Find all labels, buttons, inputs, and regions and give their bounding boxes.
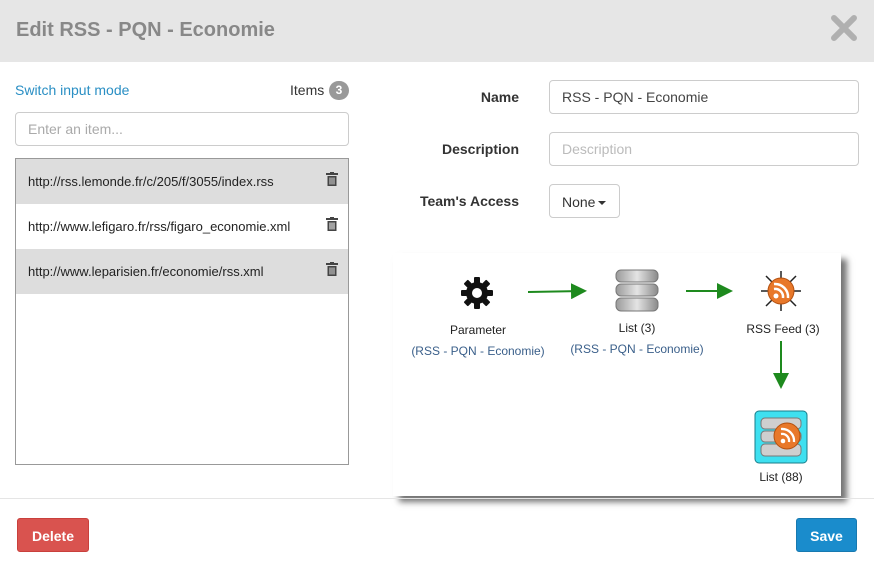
edit-modal: Edit RSS - PQN - Economie Switch input m…	[0, 0, 874, 569]
list-item-url: http://www.lefigaro.fr/rss/figaro_econom…	[28, 219, 291, 234]
item-list: http://rss.lemonde.fr/c/205/f/3055/index…	[15, 158, 349, 465]
workflow-graph: Parameter (RSS - PQN - Economie) List (3…	[393, 253, 841, 496]
items-label: Items	[290, 82, 325, 98]
close-icon[interactable]	[831, 13, 857, 43]
node-label-rss-feed: RSS Feed (3)	[746, 322, 820, 336]
team-access-dropdown[interactable]: None	[549, 184, 620, 218]
item-input[interactable]	[15, 112, 349, 146]
save-button[interactable]: Save	[796, 518, 857, 552]
team-access-value: None	[562, 194, 596, 210]
list-item-url: http://rss.lemonde.fr/c/205/f/3055/index…	[28, 174, 274, 189]
description-field[interactable]	[549, 132, 859, 166]
delete-button[interactable]: Delete	[17, 518, 89, 552]
gear-icon[interactable]	[459, 275, 495, 311]
name-label: Name	[480, 89, 519, 105]
modal-header: Edit RSS - PQN - Economie	[0, 0, 874, 62]
database-icon[interactable]	[614, 268, 660, 314]
edge-parameter-to-list	[527, 283, 587, 300]
node-sub-list: (RSS - PQN - Economie)	[570, 342, 704, 356]
rss-feed-icon[interactable]	[758, 268, 804, 314]
node-sub-parameter: (RSS - PQN - Economie)	[411, 344, 545, 358]
rss-database-icon[interactable]	[754, 410, 808, 464]
switch-input-mode-link[interactable]: Switch input mode	[15, 82, 129, 98]
name-field[interactable]	[549, 80, 859, 114]
footer-divider	[0, 498, 874, 499]
trash-icon[interactable]	[326, 217, 338, 231]
list-item-url: http://www.leparisien.fr/economie/rss.xm…	[28, 264, 264, 279]
items-count-badge: 3	[329, 81, 349, 100]
caret-down-icon	[598, 201, 607, 206]
list-item[interactable]: http://rss.lemonde.fr/c/205/f/3055/index…	[16, 159, 348, 204]
node-label-list: List (3)	[618, 321, 656, 335]
list-item[interactable]: http://www.leparisien.fr/economie/rss.xm…	[16, 249, 348, 294]
trash-icon[interactable]	[326, 262, 338, 276]
description-label: Description	[441, 141, 519, 157]
node-label-parameter: Parameter	[449, 323, 507, 337]
node-label-list-88: List (88)	[759, 470, 803, 484]
list-item[interactable]: http://www.lefigaro.fr/rss/figaro_econom…	[16, 204, 348, 249]
modal-title: Edit RSS - PQN - Economie	[16, 19, 275, 41]
trash-icon[interactable]	[326, 172, 338, 186]
team-access-label: Team's Access	[419, 193, 519, 209]
